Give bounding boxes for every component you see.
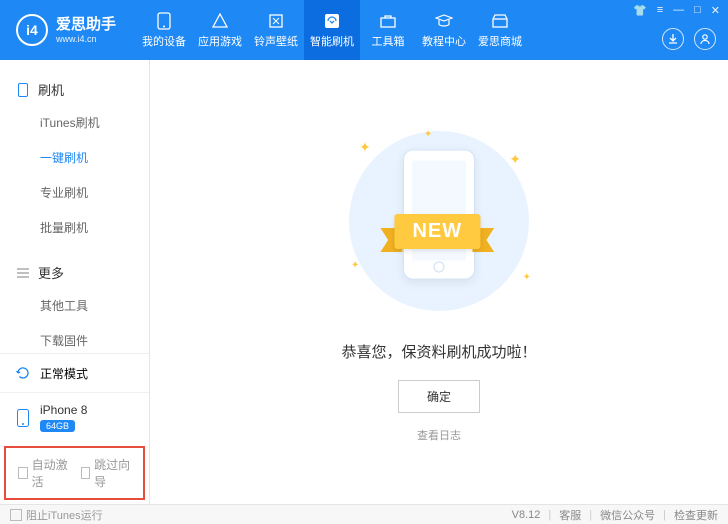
- sidebar-item-itunes[interactable]: iTunes刷机: [0, 105, 149, 140]
- nav-flash[interactable]: 智能刷机: [304, 0, 360, 60]
- sidebar-item-oneclick[interactable]: 一键刷机: [0, 140, 149, 175]
- nav: 我的设备 应用游戏 铃声壁纸 智能刷机 工具箱 教程中心 爱思商城: [136, 0, 528, 60]
- nav-store[interactable]: 爱思商城: [472, 0, 528, 60]
- maximize-icon[interactable]: □: [694, 4, 701, 17]
- checkbox-icon: [81, 467, 91, 479]
- refresh-icon: [14, 364, 32, 382]
- sidebar-item-download[interactable]: 下载固件: [0, 323, 149, 353]
- ringtone-icon: [266, 12, 286, 30]
- skin-icon[interactable]: 👕: [633, 4, 647, 17]
- checkbox-icon: [10, 509, 22, 521]
- download-button[interactable]: [662, 28, 684, 50]
- header: i4 爱思助手 www.i4.cn 我的设备 应用游戏 铃声壁纸 智能刷机 工具…: [0, 0, 728, 60]
- phone-small-icon: [16, 83, 30, 97]
- logo-url: www.i4.cn: [56, 34, 116, 45]
- sidebar: 刷机 iTunes刷机 一键刷机 专业刷机 批量刷机 更多 其他工具 下载固件 …: [0, 60, 150, 504]
- sparkle-icon: ✦: [351, 260, 359, 271]
- user-button[interactable]: [694, 28, 716, 50]
- phone-icon: [154, 12, 174, 30]
- store-icon: [490, 12, 510, 30]
- tutorial-icon: [434, 12, 454, 30]
- device-icon: [14, 409, 32, 427]
- service-link[interactable]: 客服: [559, 507, 581, 523]
- sparkle-icon: ✦: [509, 151, 521, 168]
- group-flash[interactable]: 刷机: [0, 74, 149, 105]
- checkbox-block-itunes[interactable]: 阻止iTunes运行: [10, 507, 103, 523]
- apps-icon: [210, 12, 230, 30]
- logo-icon: i4: [16, 14, 48, 46]
- nav-ringtones[interactable]: 铃声壁纸: [248, 0, 304, 60]
- checkbox-skip-guide[interactable]: 跳过向导: [81, 456, 132, 490]
- success-message: 恭喜您，保资料刷机成功啦！: [341, 341, 536, 362]
- nav-toolbox[interactable]: 工具箱: [360, 0, 416, 60]
- window-controls: 👕 ≡ — □ ✕: [633, 4, 720, 17]
- device-name: iPhone 8: [40, 403, 87, 417]
- checkbox-row: 自动激活 跳过向导: [4, 446, 145, 500]
- wechat-link[interactable]: 微信公众号: [600, 507, 655, 523]
- success-illustration: ✦ ✦ ✦ ✦ ✦ NEW: [329, 121, 549, 321]
- sparkle-icon: ✦: [523, 272, 531, 283]
- sidebar-item-batch[interactable]: 批量刷机: [0, 210, 149, 245]
- logo[interactable]: i4 爱思助手 www.i4.cn: [16, 14, 116, 46]
- sparkle-icon: ✦: [359, 139, 371, 156]
- sparkle-icon: ✦: [424, 129, 432, 140]
- logo-title: 爱思助手: [56, 16, 116, 34]
- group-more[interactable]: 更多: [0, 257, 149, 288]
- footer: 阻止iTunes运行 V8.12 | 客服 | 微信公众号 | 检查更新: [0, 504, 728, 524]
- nav-my-device[interactable]: 我的设备: [136, 0, 192, 60]
- toolbox-icon: [378, 12, 398, 30]
- version-label: V8.12: [512, 509, 541, 521]
- list-icon: [16, 266, 30, 280]
- nav-apps[interactable]: 应用游戏: [192, 0, 248, 60]
- ok-button[interactable]: 确定: [398, 380, 480, 413]
- sidebar-item-othertools[interactable]: 其他工具: [0, 288, 149, 323]
- view-log-link[interactable]: 查看日志: [417, 427, 461, 443]
- device-row[interactable]: iPhone 8 64GB: [0, 392, 149, 442]
- sidebar-item-pro[interactable]: 专业刷机: [0, 175, 149, 210]
- mode-row[interactable]: 正常模式: [0, 354, 149, 392]
- content: ✦ ✦ ✦ ✦ ✦ NEW 恭喜您，保资料刷机成功啦！ 确定 查看日志: [150, 60, 728, 504]
- device-badge: 64GB: [40, 420, 75, 432]
- new-ribbon: NEW: [394, 214, 480, 249]
- menu-icon[interactable]: ≡: [657, 4, 663, 17]
- close-icon[interactable]: ✕: [711, 4, 720, 17]
- nav-tutorials[interactable]: 教程中心: [416, 0, 472, 60]
- checkbox-auto-activate[interactable]: 自动激活: [18, 456, 69, 490]
- minimize-icon[interactable]: —: [673, 4, 684, 17]
- checkbox-icon: [18, 467, 28, 479]
- update-link[interactable]: 检查更新: [674, 507, 718, 523]
- flash-icon: [322, 12, 342, 30]
- mode-label: 正常模式: [40, 365, 88, 382]
